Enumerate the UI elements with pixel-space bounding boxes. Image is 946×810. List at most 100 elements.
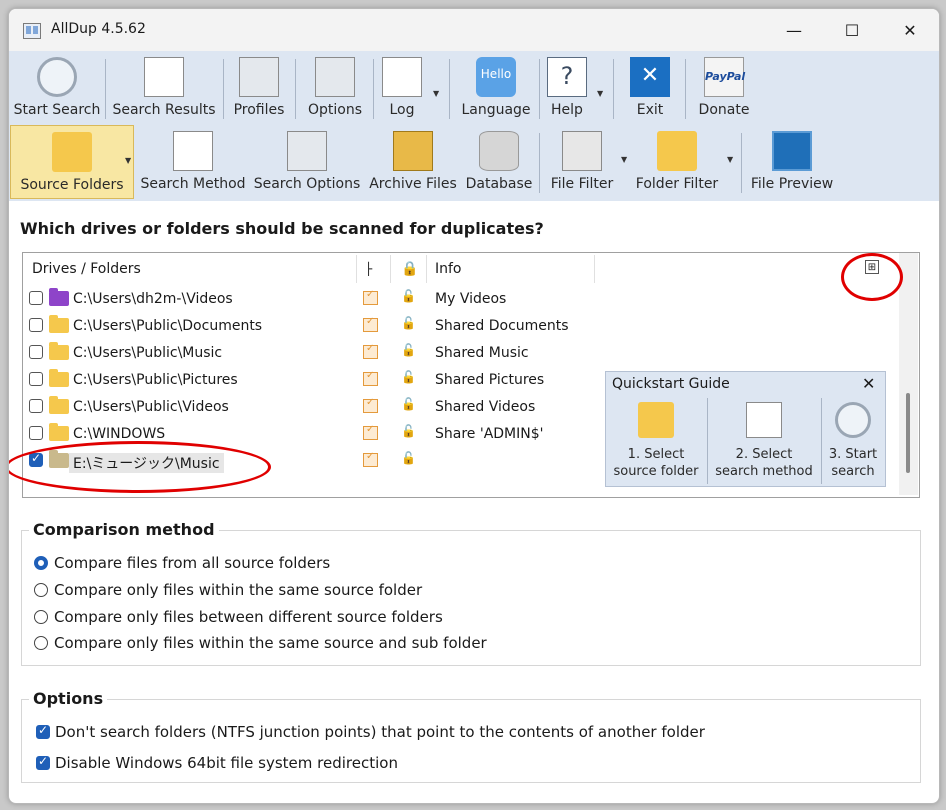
- radio-same-source[interactable]: [34, 583, 48, 597]
- lock-icon[interactable]: 🔓: [401, 316, 416, 330]
- radio-same-source-subfolder[interactable]: [34, 636, 48, 650]
- radio-label[interactable]: Compare only files within the same sourc…: [54, 634, 487, 652]
- quickstart-separator: [707, 398, 708, 484]
- folder-checkbox[interactable]: [29, 318, 43, 332]
- search-results-button[interactable]: Search Results: [109, 51, 219, 125]
- folder-row[interactable]: C:\Users\dh2m-\Videos 🔓 My Videos: [23, 286, 899, 313]
- archive-icon: [393, 131, 433, 171]
- lock-icon[interactable]: 🔓: [401, 451, 416, 465]
- file-filter-button[interactable]: File Filter: [543, 125, 621, 199]
- folder-filter-button[interactable]: Folder Filter: [633, 125, 721, 199]
- radio-different-sources[interactable]: [34, 610, 48, 624]
- column-drives-folders[interactable]: Drives / Folders: [32, 261, 141, 277]
- options-title: Options: [29, 689, 108, 708]
- annotation-circle-selected-folder: [9, 441, 271, 493]
- folder-checkbox[interactable]: [29, 399, 43, 413]
- folder-row[interactable]: C:\Users\Public\Documents 🔓 Shared Docum…: [23, 313, 899, 340]
- file-filter-dropdown-arrow[interactable]: ▼: [621, 155, 627, 164]
- database-icon: [479, 131, 519, 171]
- search-method-icon: [173, 131, 213, 171]
- folder-path: C:\Users\Public\Videos: [73, 399, 229, 415]
- folder-checkbox[interactable]: [29, 426, 43, 440]
- folder-info: Shared Videos: [435, 399, 536, 415]
- folder-checkbox[interactable]: [29, 345, 43, 359]
- checkbox-64bit-redirection[interactable]: [36, 754, 50, 770]
- app-icon: [23, 23, 41, 39]
- folder-path: C:\WINDOWS: [73, 426, 166, 442]
- step-line: 2. Select: [735, 447, 793, 462]
- include-subfolders-icon[interactable]: [363, 343, 378, 359]
- radio-label[interactable]: Compare files from all source folders: [54, 554, 330, 572]
- quickstart-select-method-button[interactable]: 2. Select search method: [709, 398, 819, 484]
- source-folders-dropdown-arrow[interactable]: ▼: [125, 156, 131, 165]
- folder-checkbox[interactable]: [29, 372, 43, 386]
- radio-label[interactable]: Compare only files between different sou…: [54, 608, 443, 626]
- scrollbar-thumb[interactable]: [906, 393, 910, 473]
- file-preview-button[interactable]: File Preview: [745, 125, 839, 199]
- lock-icon[interactable]: 🔓: [401, 289, 416, 303]
- profiles-button[interactable]: Profiles: [227, 51, 291, 125]
- toolbar-separator: [223, 59, 224, 119]
- close-window-button[interactable]: ✕: [881, 9, 939, 51]
- toolbar-separator: [105, 59, 106, 119]
- archive-files-button[interactable]: Archive Files: [367, 125, 459, 199]
- help-dropdown-arrow[interactable]: ▼: [597, 89, 603, 98]
- database-button[interactable]: Database: [463, 125, 535, 199]
- toolbar-separator: [295, 59, 296, 119]
- lock-icon[interactable]: 🔓: [401, 370, 416, 384]
- include-subfolders-icon[interactable]: [363, 370, 378, 386]
- profiles-gear-icon: [239, 57, 279, 97]
- source-folders-button[interactable]: Source Folders ▼: [10, 125, 134, 199]
- folder-icon: [49, 315, 69, 333]
- window-title: AllDup 4.5.62: [51, 21, 146, 37]
- search-method-button[interactable]: Search Method: [139, 125, 247, 199]
- quickstart-select-source-button[interactable]: 1. Select source folder: [606, 398, 706, 484]
- toolbar: Start Search Search Results Profiles Opt…: [9, 51, 939, 201]
- minimize-button[interactable]: —: [765, 9, 823, 51]
- start-search-button[interactable]: Start Search: [11, 51, 103, 125]
- folder-info: Shared Music: [435, 345, 529, 361]
- log-button[interactable]: Log: [377, 51, 427, 125]
- video-folder-icon: [49, 288, 69, 306]
- lock-icon[interactable]: 🔓: [401, 424, 416, 438]
- exit-button[interactable]: ✕ Exit: [619, 51, 681, 125]
- lock-icon[interactable]: 🔓: [401, 343, 416, 357]
- folder-info: Shared Documents: [435, 318, 569, 334]
- options-button[interactable]: Options: [299, 51, 371, 125]
- include-subfolders-icon[interactable]: [363, 316, 378, 332]
- maximize-button[interactable]: ☐: [823, 9, 881, 51]
- folder-icon: [49, 396, 69, 414]
- grid-scrollbar[interactable]: [899, 253, 918, 495]
- language-button[interactable]: Hello Language: [453, 51, 539, 125]
- include-subfolders-icon[interactable]: [363, 289, 378, 305]
- step-line: source folder: [613, 464, 699, 479]
- donate-button[interactable]: PayPal Donate: [689, 51, 759, 125]
- toolbar-settings-row: Source Folders ▼ Search Method Search Op…: [9, 125, 939, 201]
- radio-label[interactable]: Compare only files within the same sourc…: [54, 581, 422, 599]
- checkbox-label[interactable]: Don't search folders (NTFS junction poin…: [55, 723, 705, 741]
- help-button[interactable]: ? Help: [543, 51, 591, 125]
- folder-checkbox[interactable]: [29, 291, 43, 305]
- checkbox-label[interactable]: Disable Windows 64bit file system redire…: [55, 754, 398, 772]
- folder-info: My Videos: [435, 291, 507, 307]
- lock-column-icon[interactable]: 🔒: [401, 261, 418, 277]
- magnifier-icon: [835, 402, 871, 438]
- step-line: search: [831, 464, 875, 479]
- subfolder-column-icon[interactable]: ├: [365, 262, 372, 276]
- checkbox-ntfs-junction[interactable]: [36, 723, 50, 739]
- log-dropdown-arrow[interactable]: ▼: [433, 89, 439, 98]
- close-icon[interactable]: ✕: [862, 374, 875, 393]
- folder-icon: [49, 423, 69, 441]
- lock-icon[interactable]: 🔓: [401, 397, 416, 411]
- column-divider: [356, 255, 357, 283]
- include-subfolders-icon[interactable]: [363, 424, 378, 440]
- quickstart-start-search-button[interactable]: 3. Start search: [823, 398, 883, 484]
- radio-compare-all[interactable]: [34, 556, 48, 570]
- toolbar-separator: [741, 133, 742, 193]
- include-subfolders-icon[interactable]: [363, 451, 378, 467]
- search-options-button[interactable]: Search Options: [253, 125, 361, 199]
- folder-filter-dropdown-arrow[interactable]: ▼: [727, 155, 733, 164]
- include-subfolders-icon[interactable]: [363, 397, 378, 413]
- column-info[interactable]: Info: [435, 261, 462, 277]
- folder-row[interactable]: C:\Users\Public\Music 🔓 Shared Music: [23, 340, 899, 367]
